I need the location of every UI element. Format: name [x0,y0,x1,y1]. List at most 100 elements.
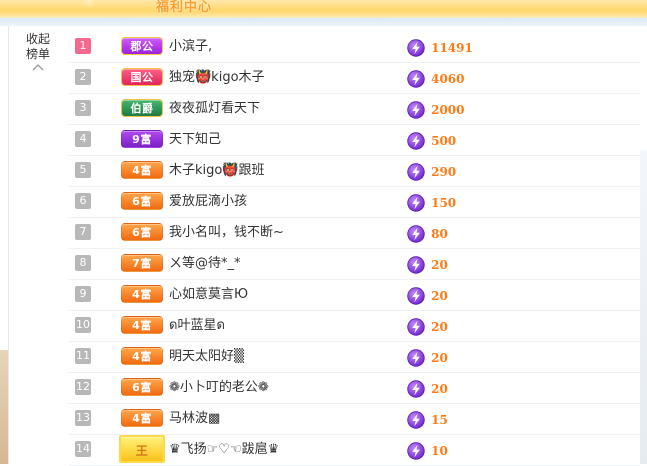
rank-number: 14 [75,441,91,457]
level-badge: 6富 [121,378,163,396]
lightning-icon [407,38,425,57]
rank-number: 13 [75,410,91,426]
user-name[interactable]: 明天太阳好▒ [169,348,244,366]
leaderboard-row[interactable]: 9 4富 心如意莫言Ю 20 [69,280,640,311]
rank-number: 1 [75,38,91,54]
score-group: 290 [407,161,456,181]
rank-number: 2 [75,69,91,85]
leaderboard-row[interactable]: 1 郡公 小滨子, 11491 [69,32,640,63]
collapse-label: 收起榜单 [25,32,50,61]
user-name[interactable]: ❁小卜叮的老公❁ [169,379,269,397]
leaderboard-row[interactable]: 4 9富 天下知己 500 [69,125,640,156]
user-name[interactable]: ด叶蓝星ด [169,317,225,335]
right-background-decoration [639,150,647,464]
score-value: 150 [431,195,457,210]
rank-number: 12 [75,379,91,395]
user-name[interactable]: 爱放屁滴小孩 [169,193,247,211]
level-badge: 6富 [121,192,163,210]
user-name[interactable]: 天下知己 [169,131,221,149]
lightning-icon [407,441,425,460]
welfare-center-link[interactable]: 福利中心 [156,0,212,15]
lightning-icon [407,410,425,429]
score-value: 10 [431,443,448,458]
score-value: 500 [431,133,457,148]
user-name[interactable]: ♛飞扬☞♡☜跋扈♛ [169,441,279,459]
lightning-icon [407,162,425,181]
banner-glow [80,0,98,6]
level-badge: 4富 [121,285,163,303]
user-name[interactable]: 夜夜孤灯看天下 [169,100,260,118]
score-value: 2000 [431,102,465,117]
level-badge: 4富 [121,409,163,427]
leaderboard-row[interactable]: 13 4富 马林波▩ 15 [69,404,640,435]
rank-number: 11 [75,348,91,364]
score-value: 4060 [431,71,465,86]
rank-number: 3 [75,100,91,116]
level-badge: 4富 [121,316,163,334]
score-group: 15 [407,409,448,429]
leaderboard-row[interactable]: 5 4富 木子kigo👹跟班 290 [69,156,640,187]
leaderboard-panel: 收起榜单 1 郡公 小滨子, 11491 2 国公 独宠👹kigo木子 4060… [8,26,640,466]
user-name[interactable]: ㄨ等@待*_* [169,255,241,273]
level-badge: 9富 [121,130,163,148]
leaderboard-row[interactable]: 12 6富 ❁小卜叮的老公❁ 20 [69,373,640,404]
score-group: 500 [407,130,456,150]
score-group: 20 [407,285,448,305]
score-group: 150 [407,192,456,212]
left-background-decoration [0,350,8,464]
chevron-up-icon [32,64,44,71]
leaderboard-row[interactable]: 11 4富 明天太阳好▒ 20 [69,342,640,373]
leaderboard-row[interactable]: 10 4富 ด叶蓝星ด 20 [69,311,640,342]
score-value: 20 [431,319,448,334]
score-group: 20 [407,347,448,367]
banner-divider [0,18,647,26]
rank-number: 7 [75,224,91,240]
score-group: 2000 [407,99,465,119]
user-name[interactable]: 心如意莫言Ю [169,286,248,304]
user-name[interactable]: 马林波▩ [169,410,220,428]
user-name[interactable]: 小滨子, [169,38,212,56]
lightning-icon [407,224,425,243]
lightning-icon [407,131,425,150]
user-name[interactable]: 独宠👹kigo木子 [169,69,265,87]
score-value: 20 [431,350,448,365]
level-badge: 7富 [121,254,163,272]
leaderboard-row[interactable]: 2 国公 独宠👹kigo木子 4060 [69,63,640,94]
rank-number: 10 [75,317,91,333]
score-value: 80 [431,226,448,241]
collapse-leaderboard-button[interactable]: 收起榜单 [19,32,57,71]
lightning-icon [407,255,425,274]
score-value: 15 [431,412,448,427]
user-name[interactable]: 我小名叫，钱不断~ [169,224,284,242]
level-badge: 王 [119,435,165,463]
score-value: 20 [431,288,448,303]
score-group: 10 [407,440,448,460]
leaderboard-row[interactable]: 7 6富 我小名叫，钱不断~ 80 [69,218,640,249]
rank-number: 6 [75,193,91,209]
score-group: 4060 [407,68,465,88]
score-group: 80 [407,223,448,243]
rank-number: 5 [75,162,91,178]
leaderboard-row[interactable]: 14 王 ♛飞扬☞♡☜跋扈♛ 10 [69,435,640,466]
level-badge: 4富 [121,347,163,365]
score-value: 290 [431,164,457,179]
score-value: 20 [431,257,448,272]
score-value: 11491 [431,40,473,55]
leaderboard-row[interactable]: 3 伯爵 夜夜孤灯看天下 2000 [69,94,640,125]
level-badge: 6富 [121,223,163,241]
lightning-icon [407,100,425,119]
leaderboard-row[interactable]: 8 7富 ㄨ等@待*_* 20 [69,249,640,280]
rank-number: 9 [75,286,91,302]
level-badge: 伯爵 [121,99,163,117]
score-value: 20 [431,381,448,396]
score-group: 20 [407,316,448,336]
lightning-icon [407,348,425,367]
user-name[interactable]: 木子kigo👹跟班 [169,162,265,180]
top-banner: 福利中心 [0,0,647,20]
level-badge: 4富 [121,161,163,179]
level-badge: 郡公 [121,37,163,55]
rank-number: 8 [75,255,91,271]
lightning-icon [407,286,425,305]
lightning-icon [407,379,425,398]
leaderboard-row[interactable]: 6 6富 爱放屁滴小孩 150 [69,187,640,218]
